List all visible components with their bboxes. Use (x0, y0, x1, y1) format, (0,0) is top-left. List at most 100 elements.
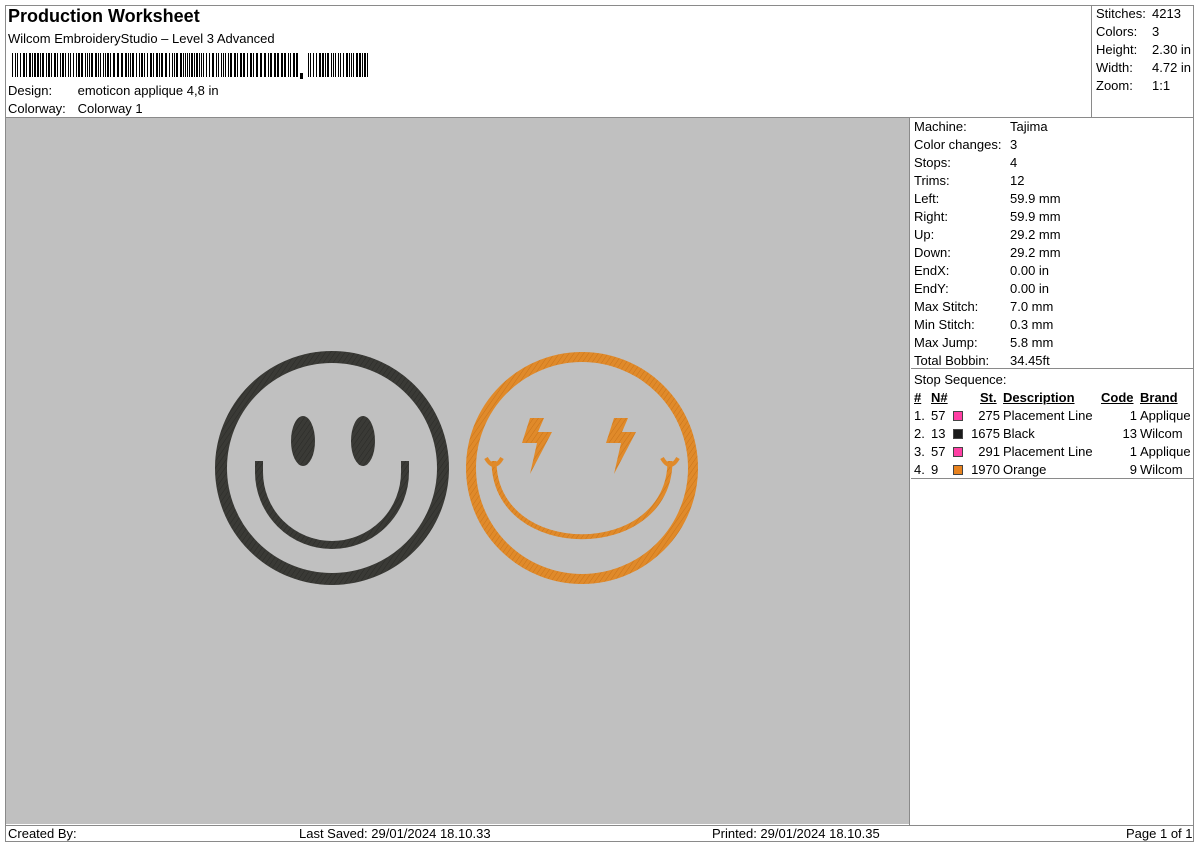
col-stitches: St. (980, 390, 997, 405)
stop-n: 13 (931, 426, 946, 441)
black-smile (255, 461, 409, 549)
stop-sequence-title: Stop Sequence: (914, 372, 1007, 387)
orange-smile (491, 460, 673, 540)
barcode-bar (153, 53, 154, 77)
barcode-bar (268, 53, 269, 77)
stop-description: Orange (1003, 462, 1047, 477)
stop-num: 3. (914, 444, 925, 459)
stop-n: 9 (931, 462, 939, 477)
barcode-bar (196, 53, 198, 77)
barcode-bar (81, 53, 83, 77)
barcode-bar (91, 53, 93, 77)
barcode-bar (362, 53, 363, 77)
barcode-bar (98, 53, 99, 77)
barcode-bar (310, 53, 311, 77)
barcode-bar (223, 53, 224, 77)
barcode-bar (256, 53, 258, 77)
design-preview (6, 118, 909, 824)
stop-code: 13 (1122, 426, 1137, 441)
stop-code: 1 (1129, 444, 1137, 459)
barcode-bar (144, 53, 145, 77)
barcode-bar (40, 53, 41, 77)
width-label: Width: (1096, 60, 1133, 75)
software-name: Wilcom EmbroideryStudio – Level 3 Advanc… (8, 31, 275, 46)
barcode-bar (359, 53, 361, 77)
barcode-bar (288, 53, 289, 77)
worksheet-header: Production Worksheet Wilcom EmbroiderySt… (5, 5, 1092, 117)
spec-row: Left: 59.9 mm (914, 191, 1061, 206)
barcode-bar (194, 53, 195, 77)
colors-value: 3 (1152, 24, 1160, 39)
barcode-bar (225, 53, 226, 77)
barcode-bar (253, 53, 254, 77)
barcode-bar (333, 53, 334, 77)
spec-row: Max Stitch: 7.0 mm (914, 299, 1053, 314)
barcode-bar (57, 53, 58, 77)
zoom-label: Zoom: (1096, 78, 1133, 93)
barcode-bar (313, 53, 314, 77)
barcode-bar (290, 53, 291, 77)
barcode-bar (174, 53, 175, 77)
spec-row: EndX: 0.00 in (914, 263, 1049, 278)
spec-value: 3 (1010, 137, 1018, 152)
spec-label: Max Jump: (914, 335, 978, 350)
barcode-bar (65, 53, 66, 77)
stitches-label: Stitches: (1096, 6, 1146, 21)
barcode-bar (105, 53, 106, 77)
stop-num: 4. (914, 462, 925, 477)
spec-value: 0.3 mm (1010, 317, 1054, 332)
design-label: Design: (8, 83, 53, 98)
spec-value: 4 (1010, 155, 1018, 170)
height-label: Height: (1096, 42, 1138, 57)
stop-sequence-row: 3. 57 291 Placement Line 1 Applique (914, 444, 1194, 462)
spec-row: Up: 29.2 mm (914, 227, 1061, 242)
barcode-bar (325, 53, 326, 77)
barcode-bar (353, 53, 354, 77)
barcode-bar (364, 53, 366, 77)
barcode-bar (60, 53, 61, 77)
thread-color-swatch (953, 429, 963, 439)
barcode-bar (156, 53, 158, 77)
barcode-bar (113, 53, 115, 77)
barcode-bar (346, 53, 348, 77)
barcode-bar (338, 53, 339, 77)
barcode-bar (62, 53, 64, 77)
barcode-bar (296, 53, 298, 77)
barcode-bar (150, 53, 152, 77)
barcode-bar (76, 53, 77, 77)
spec-value: 59.9 mm (1010, 209, 1061, 224)
barcode-bar (141, 53, 143, 77)
black-smiley (215, 351, 449, 585)
spec-label: Right: (914, 209, 948, 224)
col-description: Description (1003, 390, 1075, 405)
barcode-bar (180, 53, 182, 77)
stop-num: 2. (914, 426, 925, 441)
barcode-bar (356, 53, 358, 77)
spec-label: Color changes: (914, 137, 1002, 152)
barcode-bar (308, 53, 309, 77)
printed-date: Printed: 29/01/2024 18.10.35 (712, 826, 880, 841)
barcode-bar (125, 53, 127, 77)
worksheet-footer: Created By: Last Saved: 29/01/2024 18.10… (6, 826, 1193, 842)
spec-label: EndX: (914, 263, 950, 278)
barcode-bar (240, 53, 242, 77)
barcode-bar (319, 53, 321, 77)
stop-sequence-bottom-rule (911, 478, 1194, 479)
barcode-bar (110, 53, 111, 77)
last-saved: Last Saved: 29/01/2024 18.10.33 (299, 826, 491, 841)
barcode-bar (147, 53, 148, 77)
stop-st: 275 (978, 408, 1000, 423)
barcode-bar (335, 53, 336, 77)
orange-face-ring (466, 352, 698, 584)
barcode-bar (187, 53, 188, 77)
barcode-bar (107, 53, 109, 77)
barcode-bar (209, 53, 210, 77)
barcode-bar (26, 53, 27, 77)
barcode-bar (274, 53, 276, 77)
spec-value: Tajima (1010, 119, 1048, 134)
barcode-bar (136, 53, 137, 77)
stop-st: 1970 (971, 462, 1000, 477)
spec-label: Stops: (914, 155, 951, 170)
barcode-bar (128, 53, 129, 77)
spec-value: 12 (1010, 173, 1025, 188)
